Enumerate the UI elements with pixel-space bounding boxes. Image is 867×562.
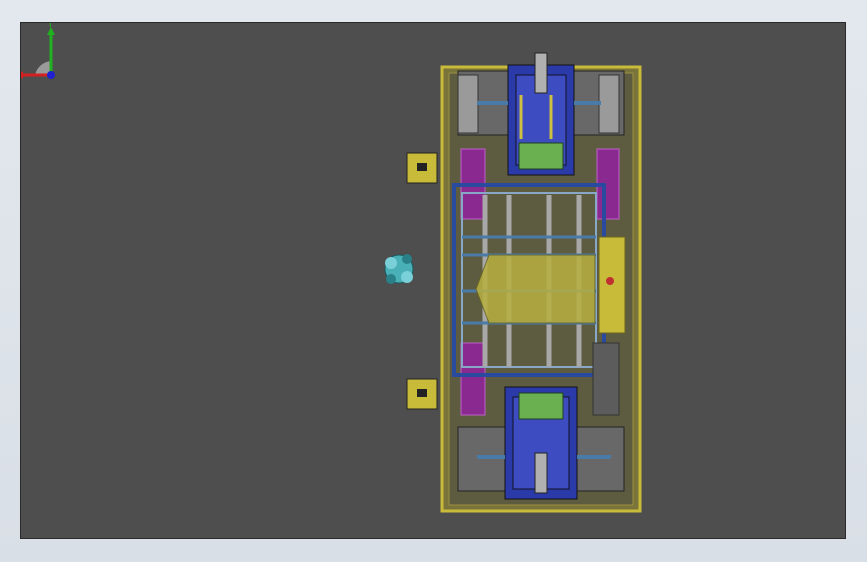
x-axis-head [21,71,23,79]
top-gripper[interactable] [518,142,564,170]
assembly-drawing [384,52,642,513]
z-axis-dot [47,71,55,79]
top-right-bracket [598,74,620,134]
bottom-right-bracket [592,342,620,416]
top-left-bracket [457,74,479,134]
bottom-cylinder[interactable] [534,452,548,494]
cyan-component[interactable] [384,254,414,284]
side-block[interactable] [598,236,626,334]
workpiece[interactable] [475,254,596,324]
top-cylinder[interactable] [534,52,548,94]
bottom-gripper[interactable] [518,392,564,420]
cad-viewport[interactable]: Y X [20,22,846,539]
axis-triad: Y X [21,23,55,79]
spring-bottom-left [460,342,486,416]
indicator-dot [606,277,614,285]
marker-lower-glyph [417,389,427,397]
y-axis-label: Y [46,23,54,30]
marker-upper-glyph [417,163,427,171]
